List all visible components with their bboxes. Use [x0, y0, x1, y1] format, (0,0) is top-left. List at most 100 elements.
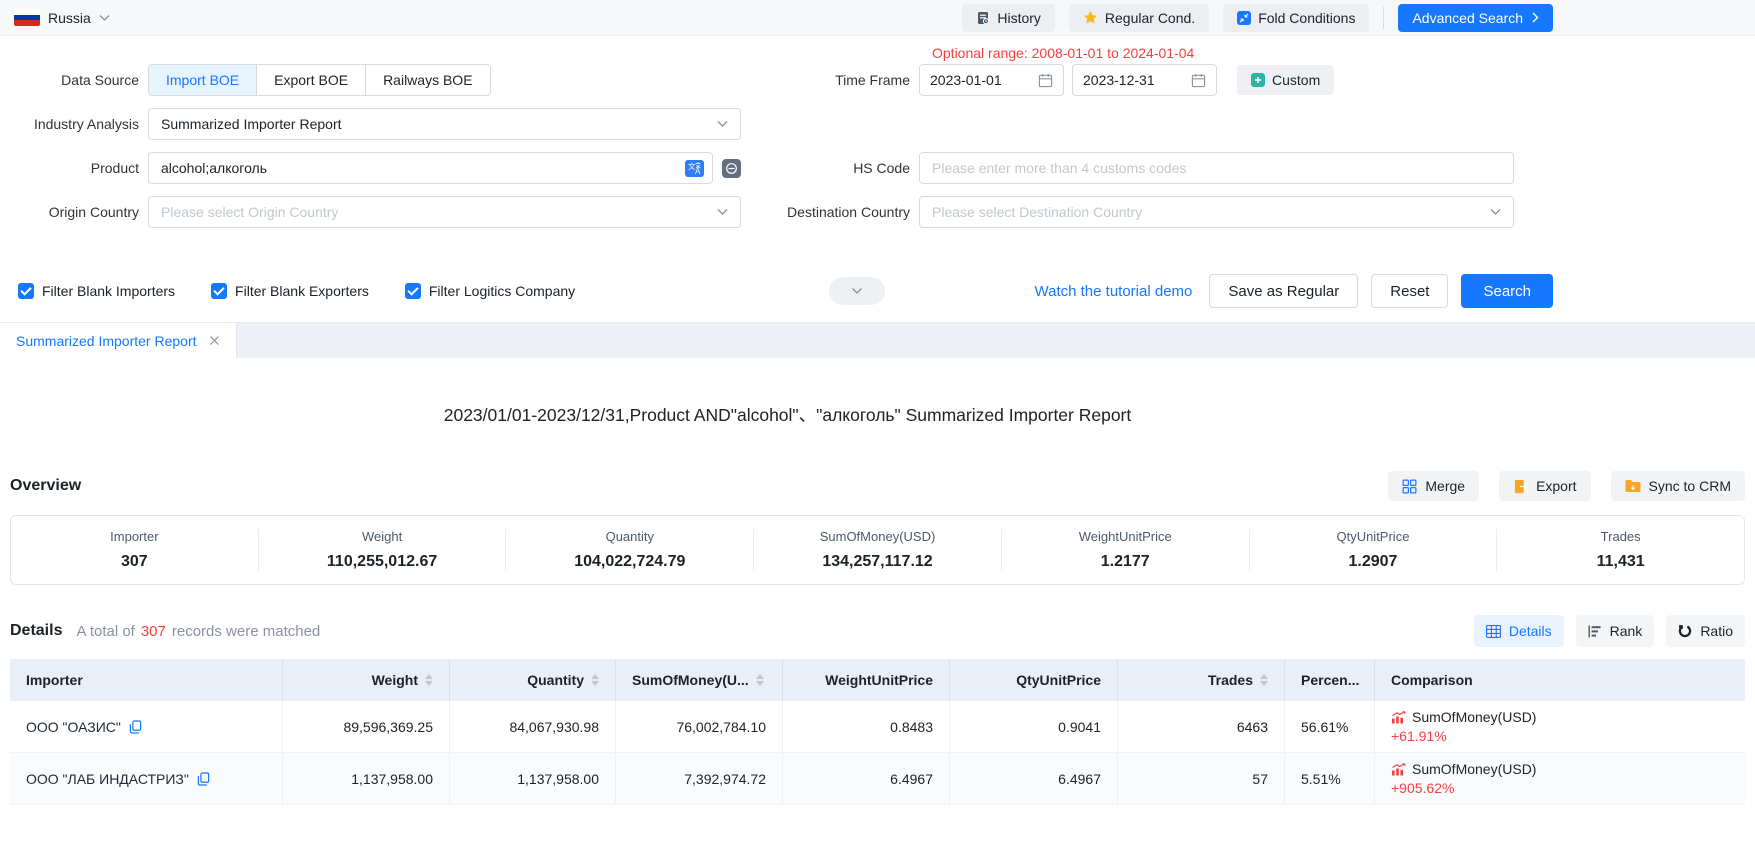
advanced-search-button[interactable]: Advanced Search	[1398, 4, 1553, 32]
fold-conditions-button[interactable]: Fold Conditions	[1223, 4, 1369, 32]
sort-icon[interactable]	[756, 674, 764, 686]
stat-weight: Weight 110,255,012.67	[258, 529, 506, 571]
search-button[interactable]: Search	[1461, 274, 1553, 308]
expand-conditions-button[interactable]	[829, 277, 885, 305]
stat-importer: Importer 307	[11, 529, 258, 571]
export-button[interactable]: Export	[1499, 471, 1590, 501]
view-details-button[interactable]: Details	[1474, 615, 1564, 647]
weight-value: 1,137,958.00	[283, 753, 450, 804]
col-sum-of-money[interactable]: SumOfMoney(U...	[616, 659, 783, 701]
data-source-tabs: Import BOE Export BOE Railways BOE	[148, 64, 491, 96]
date-start-input[interactable]	[930, 72, 1032, 88]
date-end-field[interactable]	[1072, 64, 1217, 96]
importer-name[interactable]: ООО "ЛАБ ИНДАСТРИЗ"	[26, 771, 189, 787]
save-as-regular-button[interactable]: Save as Regular	[1209, 274, 1358, 308]
country-selector[interactable]: Russia	[14, 9, 110, 26]
destination-select[interactable]: Please select Destination Country	[919, 196, 1514, 228]
comparison-cell: SumOfMoney(USD) +61.91%	[1391, 709, 1536, 744]
stat-sum-of-money: SumOfMoney(USD) 134,257,117.12	[753, 529, 1001, 571]
export-label: Export	[1536, 478, 1576, 494]
calendar-icon	[1038, 73, 1053, 88]
sum-of-money-value: 76,002,784.10	[616, 701, 783, 752]
reset-button[interactable]: Reset	[1371, 274, 1448, 308]
exclude-words-button[interactable]	[722, 159, 741, 178]
stat-trades: Trades 11,431	[1496, 529, 1744, 571]
sort-icon[interactable]	[591, 674, 599, 686]
divider	[1383, 7, 1384, 29]
trend-chart-icon	[1391, 711, 1406, 724]
merge-button[interactable]: Merge	[1388, 471, 1479, 501]
export-icon	[1513, 479, 1528, 494]
industry-value: Summarized Importer Report	[161, 116, 342, 132]
date-start-field[interactable]	[919, 64, 1064, 96]
row-product: Product 文A HS Code	[0, 152, 1755, 184]
custom-range-button[interactable]: Custom	[1237, 65, 1334, 95]
sync-to-crm-button[interactable]: Sync to CRM	[1611, 471, 1745, 501]
merge-label: Merge	[1425, 478, 1465, 494]
fold-conditions-label: Fold Conditions	[1258, 10, 1355, 26]
country-name: Russia	[48, 10, 91, 26]
origin-select[interactable]: Please select Origin Country	[148, 196, 741, 228]
col-trades[interactable]: Trades	[1118, 659, 1285, 701]
row-industry: Industry Analysis Summarized Importer Re…	[0, 108, 1755, 140]
comparison-change: +905.62%	[1391, 780, 1536, 796]
view-rank-label: Rank	[1610, 623, 1643, 639]
date-end-input[interactable]	[1083, 72, 1185, 88]
destination-label: Destination Country	[741, 204, 919, 220]
stat-qty-unit-price: QtyUnitPrice 1.2907	[1249, 529, 1497, 571]
checkbox-checked-icon	[405, 283, 421, 299]
sort-icon[interactable]	[1260, 674, 1268, 686]
row-filters: Filter Blank Importers Filter Blank Expo…	[0, 274, 1755, 308]
close-icon[interactable]	[209, 335, 220, 346]
table-row[interactable]: ООО "ЛАБ ИНДАСТРИЗ" 1,137,958.00 1,137,9…	[10, 753, 1745, 805]
fold-icon	[1237, 11, 1251, 25]
sort-icon[interactable]	[425, 674, 433, 686]
search-actions: Watch the tutorial demo Save as Regular …	[1035, 274, 1553, 308]
filter-logitics-company-checkbox[interactable]: Filter Logitics Company	[405, 283, 575, 299]
view-details-label: Details	[1509, 623, 1552, 639]
product-field[interactable]: 文A	[148, 152, 713, 184]
col-quantity[interactable]: Quantity	[450, 659, 616, 701]
col-importer: Importer	[10, 659, 283, 701]
product-input[interactable]	[161, 160, 677, 176]
chevron-down-icon	[99, 14, 110, 22]
industry-select[interactable]: Summarized Importer Report	[148, 108, 741, 140]
col-weight[interactable]: Weight	[283, 659, 450, 701]
history-button[interactable]: History	[962, 4, 1055, 32]
filter-blank-exporters-label: Filter Blank Exporters	[235, 283, 369, 299]
time-frame-label: Time Frame	[741, 72, 919, 88]
view-switcher: Details Rank Ratio	[1474, 615, 1745, 647]
filter-blank-importers-checkbox[interactable]: Filter Blank Importers	[18, 283, 175, 299]
table-row[interactable]: ООО "ОАЗИС" 89,596,369.25 84,067,930.98 …	[10, 701, 1745, 753]
weight-unit-price-value: 6.4967	[783, 753, 950, 804]
star-icon	[1083, 10, 1098, 25]
view-ratio-label: Ratio	[1700, 623, 1733, 639]
copy-icon[interactable]	[197, 772, 210, 786]
optional-range-text: Optional range: 2008-01-01 to 2024-01-04	[932, 45, 1194, 61]
hs-code-field[interactable]	[919, 152, 1514, 184]
rank-icon	[1588, 625, 1602, 638]
importer-name[interactable]: ООО "ОАЗИС"	[26, 719, 121, 735]
svg-text:A: A	[695, 167, 701, 176]
tab-import-boe[interactable]: Import BOE	[149, 65, 256, 95]
regular-cond-button[interactable]: Regular Cond.	[1069, 4, 1209, 32]
view-ratio-button[interactable]: Ratio	[1666, 615, 1745, 647]
tab-summarized-importer-report[interactable]: Summarized Importer Report	[0, 323, 237, 358]
hs-code-input[interactable]	[932, 160, 1505, 176]
folder-sync-icon	[1625, 479, 1641, 493]
calendar-icon	[1191, 73, 1206, 88]
merge-icon	[1402, 479, 1417, 494]
details-heading: Details	[10, 622, 62, 640]
copy-icon[interactable]	[129, 720, 142, 734]
view-rank-button[interactable]: Rank	[1576, 615, 1655, 647]
tutorial-link[interactable]: Watch the tutorial demo	[1035, 283, 1193, 300]
russia-flag-icon	[14, 9, 40, 26]
sum-of-money-value: 7,392,974.72	[616, 753, 783, 804]
tab-railways-boe[interactable]: Railways BOE	[365, 65, 489, 95]
translate-icon[interactable]: 文A	[685, 160, 704, 177]
tab-export-boe[interactable]: Export BOE	[256, 65, 365, 95]
row-data-source: Data Source Import BOE Export BOE Railwa…	[0, 64, 1755, 96]
col-percentage: Percen...	[1285, 659, 1375, 701]
filter-blank-exporters-checkbox[interactable]: Filter Blank Exporters	[211, 283, 369, 299]
search-panel: Optional range: 2008-01-01 to 2024-01-04…	[0, 36, 1755, 322]
